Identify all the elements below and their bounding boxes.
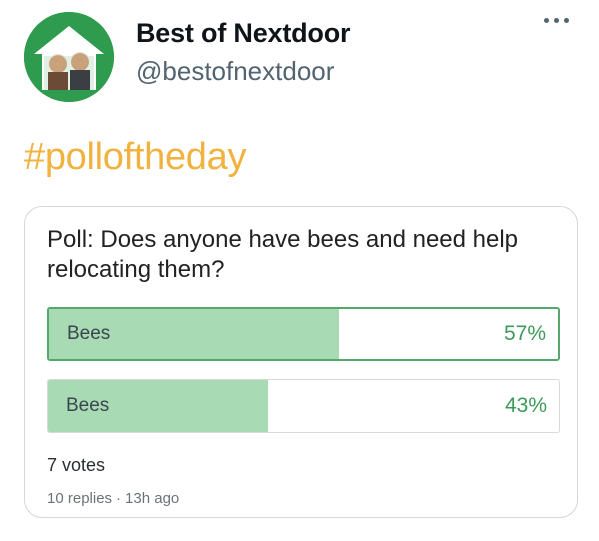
poll-option-2[interactable]: Bees 43% (47, 379, 560, 433)
account-handle[interactable]: @bestofnextdoor (136, 56, 334, 87)
meta-separator: · (116, 490, 122, 507)
account-name[interactable]: Best of Nextdoor (136, 18, 351, 49)
more-dots-icon[interactable] (544, 18, 569, 23)
dot (544, 18, 549, 23)
poll-card: Poll: Does anyone have bees and need hel… (24, 206, 578, 518)
poll-option-1[interactable]: Bees 57% (47, 307, 560, 361)
nextdoor-house-avatar-icon (24, 12, 114, 102)
poll-option-label: Bees (66, 395, 110, 416)
poll-option-percent: 43% (504, 394, 547, 417)
profile-avatar[interactable] (24, 12, 114, 102)
timestamp[interactable]: 13h ago (125, 490, 179, 507)
poll-option-label: Bees (67, 323, 111, 344)
poll-question: Poll: Does anyone have bees and need hel… (47, 226, 519, 283)
poll-option-percent: 57% (503, 322, 546, 345)
dot (554, 18, 559, 23)
hashtag-link[interactable]: #polloftheday (24, 136, 246, 179)
replies-link[interactable]: 10 replies (47, 490, 112, 507)
vote-count: 7 votes (47, 455, 106, 475)
dot (564, 18, 569, 23)
poll-meta: 10 replies · 13h ago (47, 490, 179, 507)
